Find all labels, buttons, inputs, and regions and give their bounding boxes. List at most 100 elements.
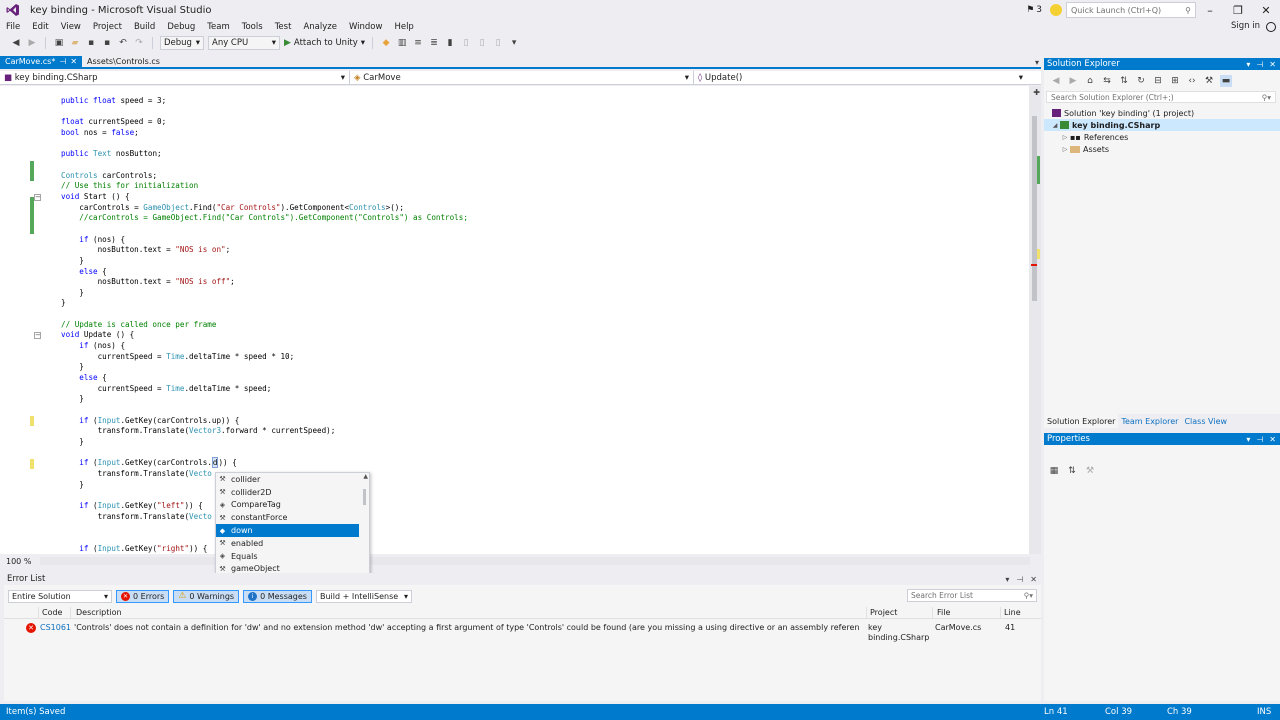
pending-changes-icon[interactable]: ⇅ (1118, 75, 1130, 87)
table-row[interactable]: ✕ CS1061 'Controls' does not contain a d… (4, 621, 1041, 643)
dropdown-icon[interactable]: ▾ (1005, 575, 1009, 584)
menu-view[interactable]: View (55, 22, 87, 32)
type-select[interactable]: ◈ CarMove ▾ (350, 71, 694, 85)
browser-link-icon[interactable]: ◆ (380, 37, 392, 49)
error-code[interactable]: CS1061 (40, 623, 71, 632)
build-filter-select[interactable]: Build + IntelliSense ▾ (315, 589, 412, 603)
feedback-smiley-icon[interactable] (1050, 4, 1062, 16)
indent-icon[interactable]: ≡ (412, 37, 424, 49)
code-line[interactable] (61, 405, 468, 416)
step-icon[interactable]: ▥ (396, 37, 408, 49)
sign-in-link[interactable]: Sign in (1231, 21, 1260, 31)
dropdown-icon[interactable]: ▾ (1246, 435, 1250, 444)
code-line[interactable]: nosButton.text = "NOS is off"; (61, 277, 468, 288)
editor-scroll-thumb[interactable] (1032, 116, 1037, 301)
save-icon[interactable]: ▪ (85, 37, 97, 49)
collapse-all-icon[interactable]: ⊟ (1152, 75, 1164, 87)
menu-analyze[interactable]: Analyze (297, 22, 343, 32)
split-editor-icon[interactable]: ✚ (1033, 88, 1040, 97)
code-line[interactable]: Controls carControls; (61, 171, 468, 182)
column-line[interactable]: Line (1004, 608, 1021, 617)
code-line[interactable]: } (61, 256, 468, 267)
messages-filter-toggle[interactable]: i 0 Messages (243, 589, 312, 603)
close-icon[interactable]: ✕ (1030, 575, 1037, 584)
tab-team-explorer[interactable]: Team Explorer (1118, 414, 1181, 428)
intellisense-scroll-thumb[interactable] (363, 489, 366, 505)
code-line[interactable]: if (nos) { (61, 235, 468, 246)
close-icon[interactable]: ✕ (1269, 435, 1276, 444)
pin-icon[interactable]: ⊣ (59, 57, 66, 66)
code-line[interactable]: currentSpeed = Time.deltaTime * speed * … (61, 352, 468, 363)
quick-launch-input[interactable]: Quick Launch (Ctrl+Q) ⚲ (1066, 2, 1196, 18)
pin-icon[interactable]: ⊣ (1256, 60, 1263, 69)
redo-icon[interactable]: ↷ (133, 37, 145, 49)
menu-test[interactable]: Test (269, 22, 298, 32)
back-icon[interactable]: ◀ (1050, 75, 1062, 87)
prev-bookmark-icon[interactable]: ▯ (460, 37, 472, 49)
tree-item-assets[interactable]: ▷ Assets (1044, 143, 1280, 155)
menu-window[interactable]: Window (343, 22, 389, 32)
scroll-up-icon[interactable]: ▲ (363, 473, 368, 480)
collapsed-arrow-icon[interactable]: ▷ (1060, 134, 1070, 141)
warnings-filter-toggle[interactable]: ⚠ 0 Warnings (173, 589, 240, 603)
code-line[interactable]: } (61, 394, 468, 405)
column-code[interactable]: Code (42, 608, 62, 617)
column-file[interactable]: File (937, 608, 950, 617)
properties-icon[interactable]: ⚒ (1203, 75, 1215, 87)
code-line[interactable] (61, 309, 468, 320)
code-line[interactable]: currentSpeed = Time.deltaTime * speed; (61, 384, 468, 395)
intellisense-popup[interactable]: ⚒ collider ⚒ collider2D ◈ CompareTag ⚒ constant… (215, 472, 370, 586)
code-line[interactable]: if (Input.GetKey(carControls.up)) { (61, 416, 468, 427)
tree-item-project[interactable]: ◢ key binding.CSharp (1044, 119, 1280, 131)
show-all-files-icon[interactable]: ⊞ (1169, 75, 1181, 87)
collapsed-arrow-icon[interactable]: ▷ (1060, 146, 1070, 153)
menu-help[interactable]: Help (388, 22, 419, 32)
editor-vertical-scrollbar[interactable] (1029, 86, 1041, 554)
tab-carmove[interactable]: CarMove.cs* ⊣ ✕ (0, 56, 83, 67)
tab-class-view[interactable]: Class View (1181, 414, 1230, 428)
editor-horizontal-scrollbar[interactable] (40, 557, 1030, 565)
menu-build[interactable]: Build (128, 22, 161, 32)
code-line[interactable]: // Update is called once per frame (61, 320, 468, 331)
errors-filter-toggle[interactable]: ✕ 0 Errors (116, 589, 170, 603)
categorized-icon[interactable]: ▦ (1048, 465, 1060, 477)
code-line[interactable]: if (nos) { (61, 341, 468, 352)
menu-project[interactable]: Project (87, 22, 128, 32)
restore-button[interactable]: ❐ (1224, 0, 1252, 20)
code-editor[interactable]: − − public float speed = 3; float curren… (0, 86, 1041, 554)
code-line[interactable]: public float speed = 3; (61, 96, 468, 107)
property-pages-icon[interactable]: ⚒ (1084, 465, 1096, 477)
intellisense-item[interactable]: ⚒ enabled (216, 537, 359, 550)
tab-solution-explorer[interactable]: Solution Explorer (1044, 414, 1119, 428)
intellisense-item[interactable]: ◆ down (216, 524, 359, 537)
collapse-toggle[interactable]: − (34, 194, 41, 201)
menu-team[interactable]: Team (201, 22, 235, 32)
code-line[interactable]: } (61, 437, 468, 448)
solution-platform-select[interactable]: Any CPU ▾ (208, 36, 280, 50)
account-icon[interactable] (1266, 22, 1276, 32)
properties-object-select[interactable] (1046, 449, 1276, 461)
pin-icon[interactable]: ⊣ (1256, 435, 1263, 444)
code-line[interactable]: void Start () { (61, 192, 468, 203)
intellisense-item[interactable]: ◈ Equals (216, 550, 359, 563)
intellisense-item[interactable]: ⚒ collider (216, 473, 359, 486)
solution-configuration-select[interactable]: Debug ▾ (160, 36, 204, 50)
code-line[interactable]: else { (61, 373, 468, 384)
close-icon[interactable]: ✕ (1269, 60, 1276, 69)
home-icon[interactable]: ⌂ (1084, 75, 1096, 87)
code-line[interactable]: void Update () { (61, 330, 468, 341)
intellisense-item[interactable]: ⚒ collider2D (216, 486, 359, 499)
tree-item-solution[interactable]: Solution 'key binding' (1 project) (1044, 107, 1280, 119)
collapse-toggle[interactable]: − (34, 332, 41, 339)
save-all-icon[interactable]: ▪ (101, 37, 113, 49)
sync-icon[interactable]: ⇆ (1101, 75, 1113, 87)
code-line[interactable] (61, 139, 468, 150)
column-project[interactable]: Project (870, 608, 897, 617)
menu-file[interactable]: File (0, 22, 26, 32)
clear-bookmarks-icon[interactable]: ▯ (492, 37, 504, 49)
tab-controls[interactable]: Assets\Controls.cs (82, 56, 165, 67)
code-line[interactable]: if (Input.GetKey(carControls.d)) { (61, 457, 468, 469)
menu-edit[interactable]: Edit (26, 22, 54, 32)
new-project-icon[interactable]: ▣ (53, 37, 65, 49)
back-icon[interactable]: ◀ (10, 37, 22, 49)
